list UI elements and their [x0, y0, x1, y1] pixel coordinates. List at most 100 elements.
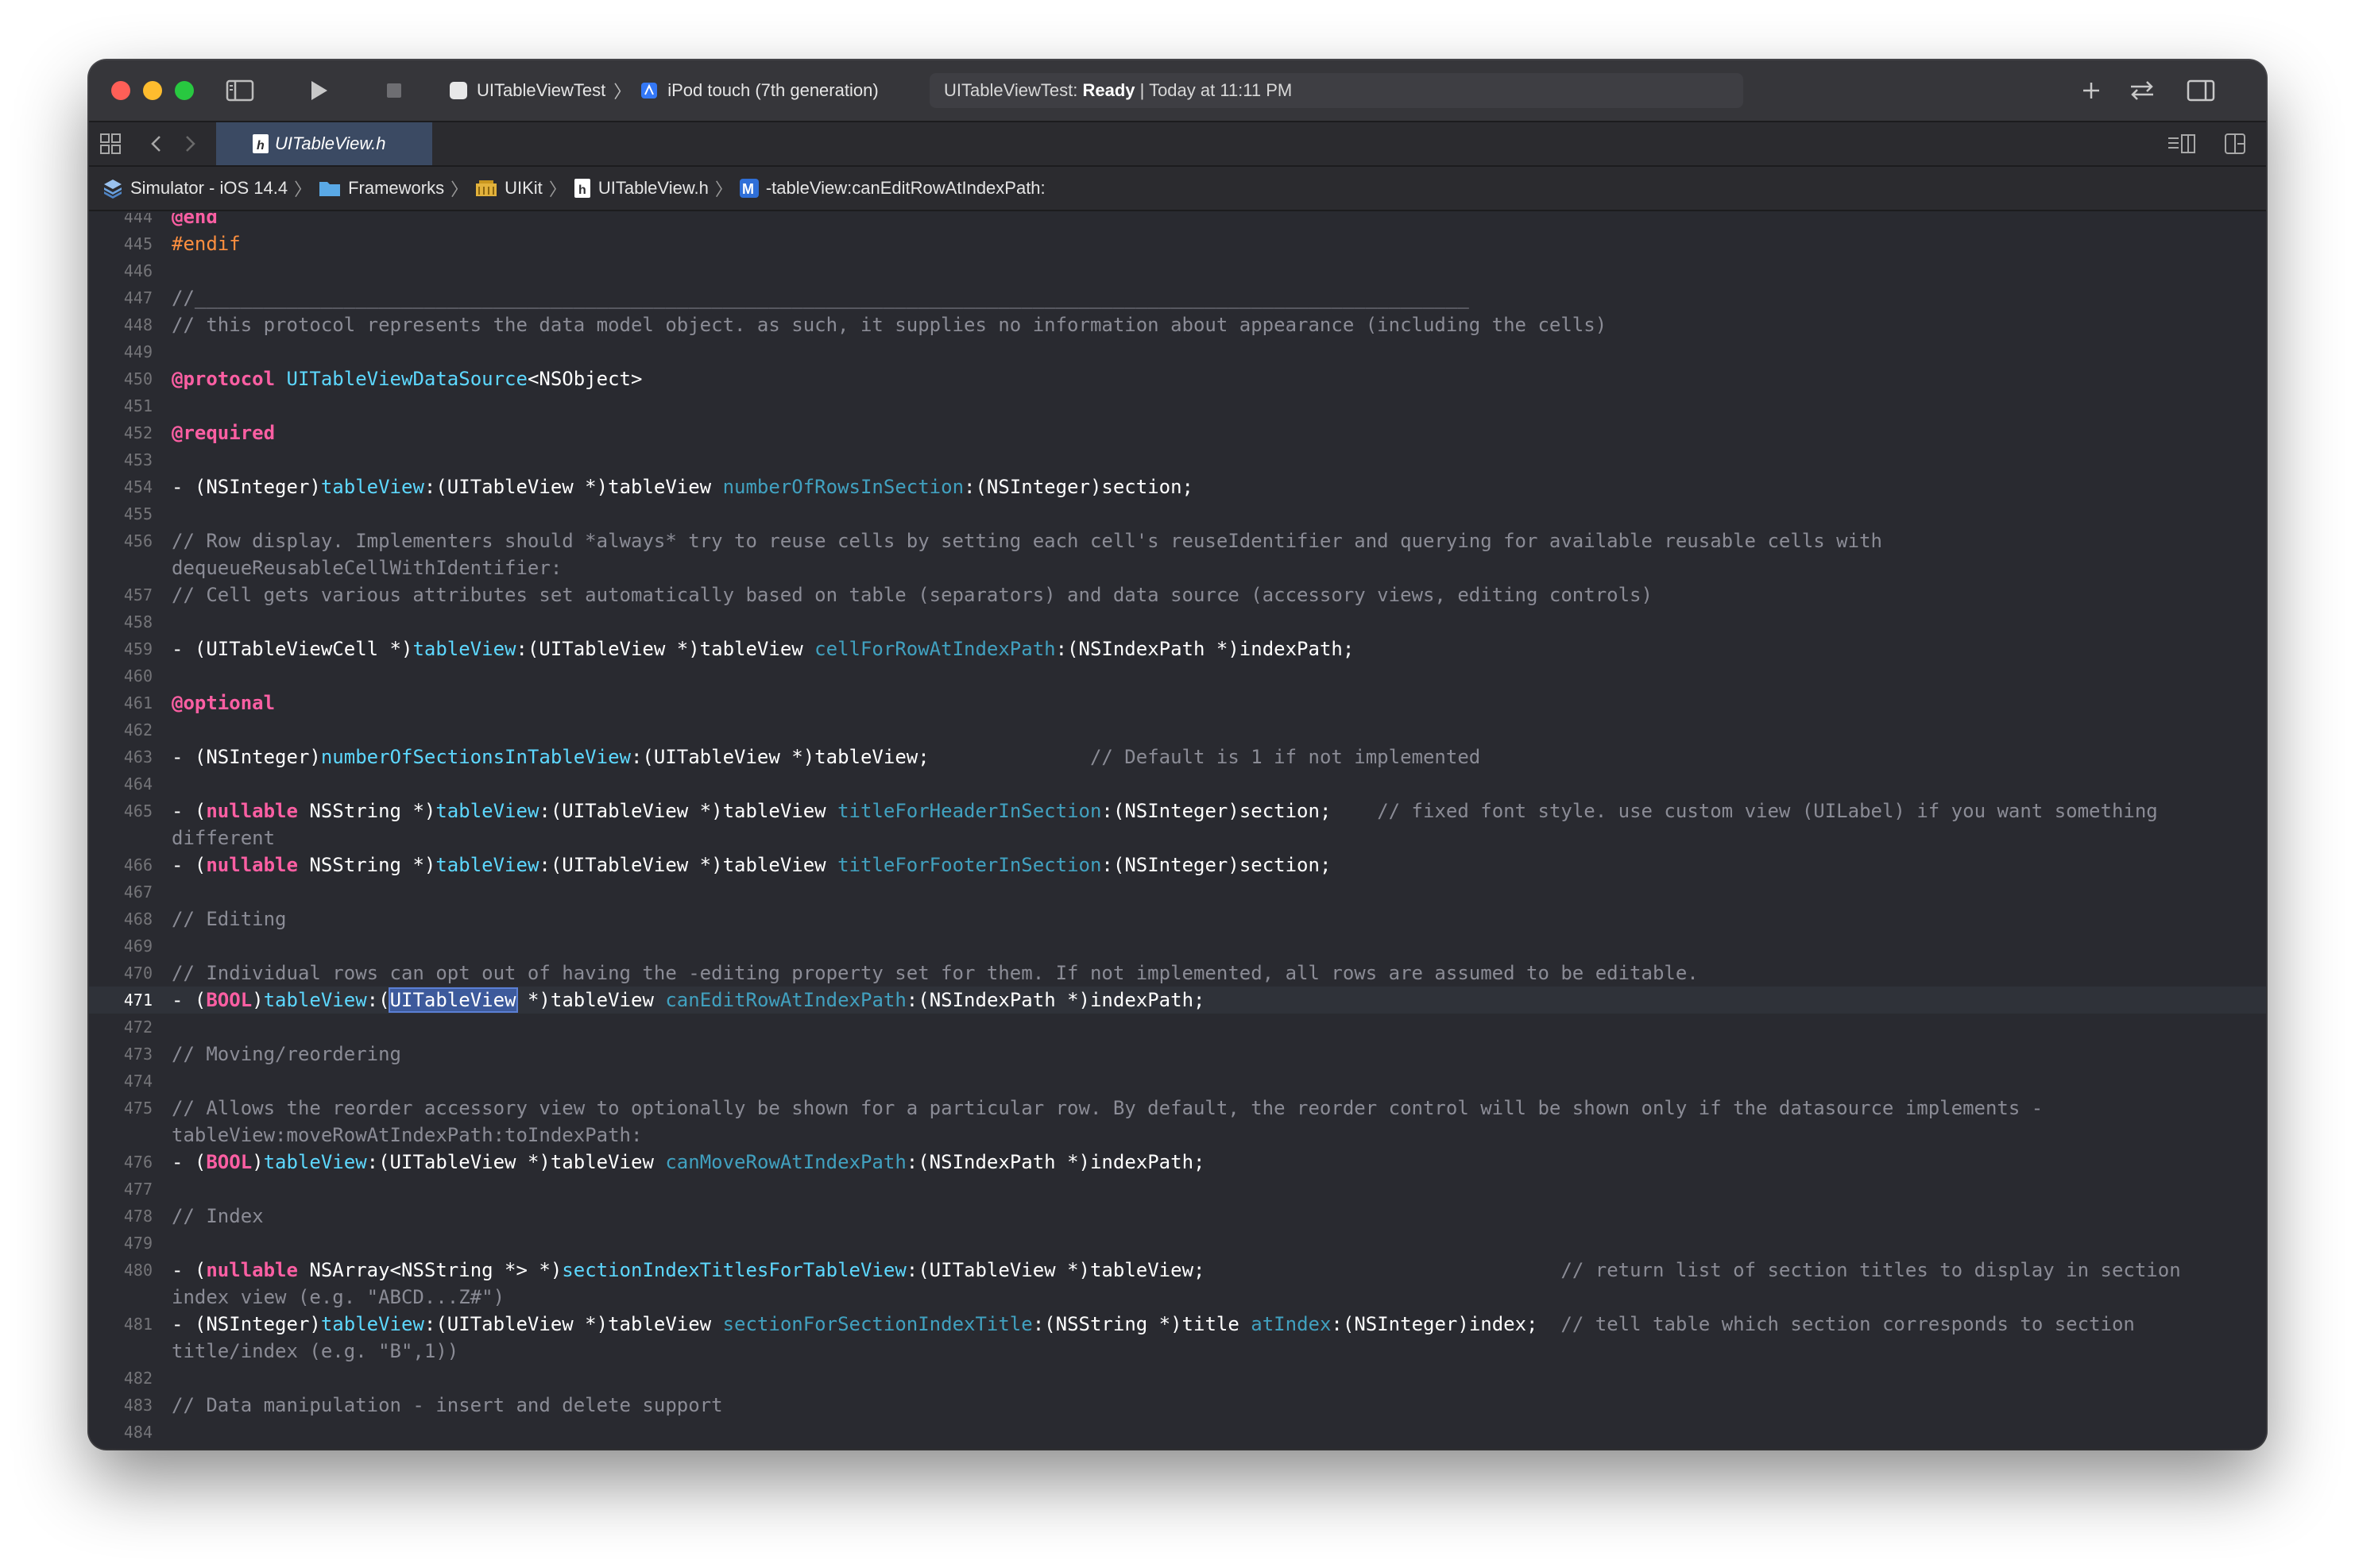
framework-icon: [476, 180, 497, 196]
code-text: ​: [153, 662, 2266, 689]
activity-status: Ready: [1082, 80, 1135, 100]
line-number: 451: [123, 396, 153, 415]
code-line[interactable]: 449​: [89, 338, 2266, 365]
code-text: // Moving/reordering: [172, 1043, 401, 1065]
code-line[interactable]: 458​: [89, 608, 2266, 635]
code-text: // Data manipulation - insert and delete…: [172, 1394, 723, 1416]
code-text: - (nullable NSString *)tableView:(UITabl…: [172, 800, 2170, 849]
code-line[interactable]: 472​: [89, 1014, 2266, 1041]
code-line[interactable]: 478 // Index: [89, 1203, 2266, 1230]
code-line[interactable]: 446​: [89, 257, 2266, 284]
code-line[interactable]: 445 #endif: [89, 230, 2266, 257]
minimize-window-button[interactable]: [143, 81, 162, 100]
code-line[interactable]: 457 // Cell gets various attributes set a…: [89, 581, 2266, 608]
line-number: 470: [123, 964, 153, 983]
line-number: 472: [123, 1018, 153, 1037]
zoom-window-button[interactable]: [175, 81, 194, 100]
code-line[interactable]: 466 - (nullable NSString *)tableView:(UIT…: [89, 852, 2266, 879]
forward-icon[interactable]: [178, 132, 202, 160]
back-icon[interactable]: [145, 132, 168, 160]
chevron-right-icon: 〉: [451, 180, 469, 199]
code-text: @end: [172, 213, 218, 228]
tab-label: UITableView.h: [275, 133, 386, 153]
scheme-selector[interactable]: UITableViewTest 〉 iPod touch (7th genera…: [448, 78, 879, 103]
line-number: 454: [123, 477, 153, 496]
chevron-right-icon: 〉: [613, 82, 632, 102]
code-text: - (NSInteger)tableView:(UITableView *)ta…: [172, 476, 1193, 498]
run-icon[interactable]: [302, 75, 334, 110]
breadcrumb-file[interactable]: h UITableView.h: [573, 178, 709, 199]
code-line[interactable]: 468 // Editing: [89, 906, 2266, 933]
code-line[interactable]: 480 - (nullable NSArray<NSString *> *)sec…: [89, 1257, 2266, 1311]
breadcrumb-uikit[interactable]: UIKit: [474, 178, 543, 199]
code-line[interactable]: 477​: [89, 1176, 2266, 1203]
breadcrumb-simulator[interactable]: Simulator - iOS 14.4: [102, 177, 288, 199]
add-icon[interactable]: [2075, 75, 2107, 110]
grid-icon[interactable]: [99, 132, 122, 160]
code-line[interactable]: 464​: [89, 770, 2266, 798]
line-number: 445: [123, 234, 153, 253]
code-line[interactable]: 452 @required: [89, 419, 2266, 446]
code-text: - (NSInteger)numberOfSectionsInTableView…: [172, 746, 1481, 768]
code-line[interactable]: 444 @end: [89, 213, 2266, 230]
code-line[interactable]: 448 // this protocol represents the data …: [89, 311, 2266, 338]
code-line[interactable]: 459 - (UITableViewCell *)tableView:(UITab…: [89, 635, 2266, 662]
code-line[interactable]: 482​: [89, 1365, 2266, 1392]
code-line[interactable]: 473 // Moving/reordering: [89, 1041, 2266, 1068]
code-line[interactable]: 479​: [89, 1230, 2266, 1257]
line-number: 458: [123, 612, 153, 631]
code-line[interactable]: 453​: [89, 446, 2266, 473]
code-line[interactable]: 465 - (nullable NSString *)tableView:(UIT…: [89, 798, 2266, 852]
code-text: @protocol UITableViewDataSource<NSObject…: [172, 368, 643, 390]
code-line[interactable]: 454 - (NSInteger)tableView:(UITableView *…: [89, 473, 2266, 500]
code-line[interactable]: 475 // Allows the reorder accessory view …: [89, 1095, 2266, 1149]
code-text: ​: [153, 338, 2266, 365]
code-line[interactable]: 456 // Row display. Implementers should *…: [89, 527, 2266, 581]
code-text: - (BOOL)tableView:(UITableView *)tableVi…: [172, 987, 1205, 1013]
current-code-line[interactable]: 471 - (BOOL)tableView:(UITableView *)tabl…: [89, 987, 2266, 1014]
line-number: 479: [123, 1234, 153, 1253]
close-window-button[interactable]: [111, 81, 130, 100]
svg-text:h: h: [578, 183, 586, 197]
line-number: 476: [123, 1153, 153, 1172]
code-line[interactable]: 450 @protocol UITableViewDataSource<NSObj…: [89, 365, 2266, 392]
code-text: #endif: [172, 233, 241, 255]
code-text: // Editing: [172, 908, 287, 930]
code-line[interactable]: 460​: [89, 662, 2266, 689]
code-text: ​: [153, 1176, 2266, 1203]
header-file-icon: h: [574, 179, 590, 198]
breadcrumb-label: Simulator - iOS 14.4: [130, 178, 288, 198]
code-line[interactable]: 469​: [89, 933, 2266, 960]
code-line[interactable]: 455​: [89, 500, 2266, 527]
inspector-toggle-icon[interactable]: [2185, 75, 2217, 110]
code-line[interactable]: 474​: [89, 1068, 2266, 1095]
code-line[interactable]: 481 - (NSInteger)tableView:(UITableView *…: [89, 1311, 2266, 1365]
sdk-icon: [104, 180, 122, 199]
line-number: 478: [123, 1207, 153, 1226]
sidebar-toggle-icon[interactable]: [224, 75, 256, 110]
code-line[interactable]: 483 // Data manipulation - insert and del…: [89, 1392, 2266, 1419]
breadcrumb-method[interactable]: M -tableView:canEditRowAtIndexPath:: [739, 178, 1046, 199]
breadcrumb-frameworks[interactable]: Frameworks: [318, 178, 444, 199]
code-line[interactable]: 476 - (BOOL)tableView:(UITableView *)tabl…: [89, 1149, 2266, 1176]
split-editor-icon[interactable]: [2166, 132, 2198, 160]
code-line[interactable]: 447 //___________________________________…: [89, 284, 2266, 311]
line-number: 457: [123, 585, 153, 604]
add-editor-icon[interactable]: [2223, 132, 2247, 160]
line-number: 448: [123, 315, 153, 334]
activity-view: UITableViewTest: Ready | Today at 11:11 …: [930, 73, 1743, 108]
code-line[interactable]: 461 @optional: [89, 689, 2266, 716]
code-text: // Cell gets various attributes set auto…: [172, 584, 1653, 606]
code-line[interactable]: 451​: [89, 392, 2266, 419]
code-line[interactable]: 467​: [89, 879, 2266, 906]
header-file-icon: h: [253, 134, 269, 153]
tab-uitableview-h[interactable]: h UITableView.h: [216, 122, 432, 165]
code-line[interactable]: 463 - (NSInteger)numberOfSectionsInTableV…: [89, 743, 2266, 770]
code-line[interactable]: 462​: [89, 716, 2266, 743]
code-line[interactable]: 484​: [89, 1419, 2266, 1446]
swap-icon[interactable]: [2125, 75, 2160, 110]
code-line[interactable]: 470 // Individual rows can opt out of hav…: [89, 960, 2266, 987]
stop-icon[interactable]: [378, 75, 410, 110]
line-number: 471: [123, 991, 153, 1010]
source-editor[interactable]: 444@end 445 #endif446​447//_______________…: [89, 213, 2266, 1449]
